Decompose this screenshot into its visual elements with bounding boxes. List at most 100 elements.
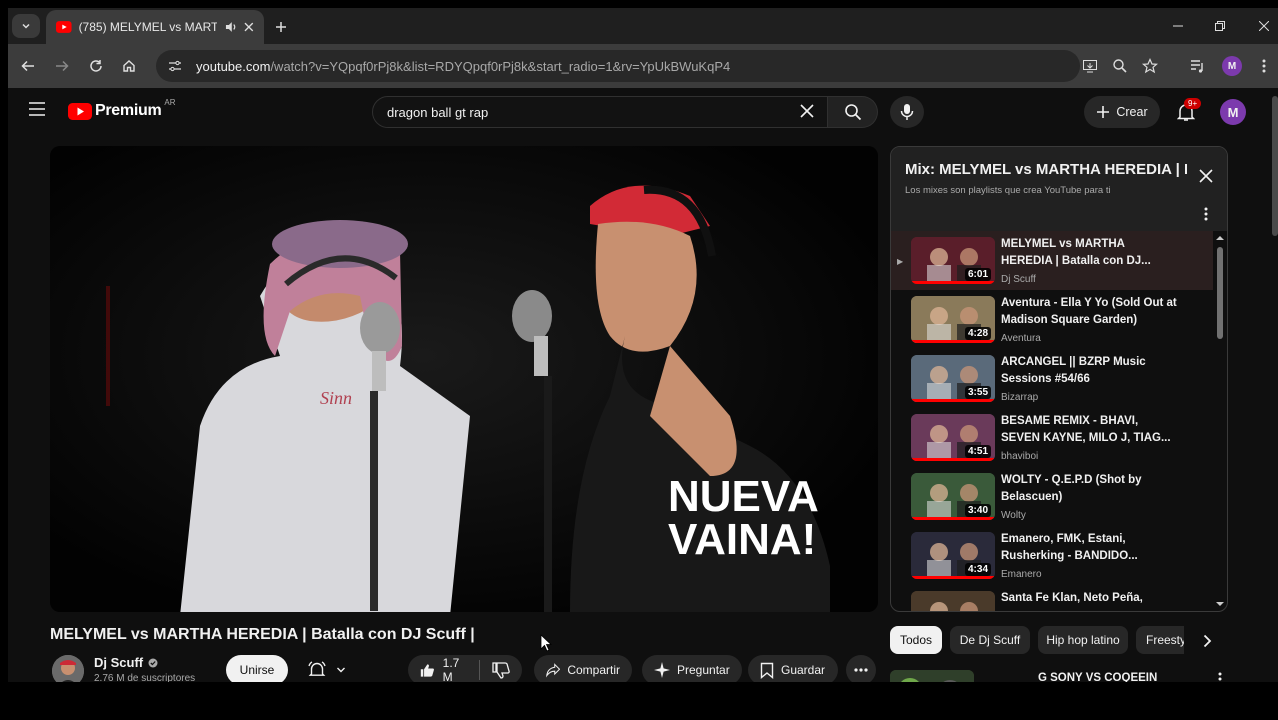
channel-name[interactable]: Dj Scuff: [94, 655, 158, 670]
kebab-menu-icon: [1262, 59, 1266, 73]
recommended-video-item[interactable]: G SONY VS COQEEIN: [890, 660, 1228, 682]
reload-button[interactable]: [84, 54, 108, 78]
chip-todos[interactable]: Todos: [890, 626, 942, 654]
bookmark-star-button[interactable]: [1140, 56, 1160, 76]
more-horizontal-icon: [854, 668, 868, 672]
mix-item-duration: 3:55: [964, 386, 991, 399]
youtube-premium-logo[interactable]: Premium AR: [68, 98, 176, 120]
sparkle-icon: [654, 662, 670, 678]
chevron-down-icon: [22, 23, 30, 29]
scrollbar-thumb[interactable]: [1217, 247, 1223, 339]
playlist-music-icon: [1191, 60, 1203, 73]
mix-menu-button[interactable]: [1195, 203, 1217, 225]
join-button[interactable]: Unirse: [226, 655, 288, 682]
account-avatar[interactable]: M: [1220, 99, 1246, 125]
mix-subtitle: Los mixes son playlists que crea YouTube…: [905, 185, 1111, 196]
chips-next-button[interactable]: [1196, 630, 1218, 652]
mix-item-channel: Dj Scuff: [1001, 274, 1036, 285]
mix-item-duration: 4:28: [964, 327, 991, 340]
site-settings-icon[interactable]: [168, 59, 182, 73]
url-text: youtube.com/watch?v=YQpqf0rPj8k&list=RDY…: [196, 58, 731, 74]
minimize-icon: [1173, 25, 1183, 27]
share-icon: [546, 663, 561, 678]
mix-playlist-panel: Mix: MELYMEL vs MARTHA HEREDIA | Batalla…: [890, 146, 1228, 612]
search-input[interactable]: dragon ball gt rap: [372, 96, 828, 128]
install-icon: [1083, 60, 1097, 73]
hamburger-menu-button[interactable]: [28, 102, 48, 122]
search-button[interactable]: [828, 96, 878, 128]
mix-scrollbar[interactable]: [1213, 231, 1227, 611]
restore-button[interactable]: [1206, 14, 1234, 38]
arrow-right-icon: [56, 60, 69, 72]
plus-icon: [276, 22, 286, 32]
mix-item-title: Aventura - Ella Y Yo (Sold Out at Madiso…: [1001, 297, 1177, 326]
search-icon: [844, 104, 861, 121]
youtube-logo-icon: [68, 102, 92, 120]
mix-item-channel: Aventura: [1001, 333, 1041, 344]
mix-item[interactable]: ▶ 6:01 MELYMEL vs MARTHA HEREDIA | Batalla…: [891, 231, 1213, 290]
recommendation-chips: Todos De Dj Scuff Hip hop latino Freesty…: [890, 626, 1228, 654]
subscriber-count: 2.76 M de suscriptores: [94, 673, 196, 682]
mix-item[interactable]: 4:28 Aventura - Ella Y Yo (Sold Out at Ma…: [891, 290, 1213, 349]
more-actions-button[interactable]: [846, 655, 876, 682]
clear-search-button[interactable]: [800, 104, 816, 120]
mix-item[interactable]: 4:51 BESAME REMIX - BHAVI, SEVEN KAYNE, M…: [891, 408, 1213, 467]
mix-item-channel: Emanero: [1001, 569, 1042, 580]
mix-item-thumbnail: 4:34: [911, 532, 995, 579]
browser-window: (785) MELYMEL vs MARTHA HEREDIA | Batall…: [8, 8, 1278, 682]
close-window-button[interactable]: [1250, 14, 1278, 38]
new-tab-button[interactable]: [270, 16, 292, 38]
recommended-title: G SONY VS COQEEIN: [1038, 672, 1158, 682]
back-button[interactable]: [16, 54, 40, 78]
speaker-icon[interactable]: [224, 20, 238, 34]
mix-item-channel: bhaviboi: [1001, 451, 1039, 462]
recommended-menu-button[interactable]: [1218, 672, 1222, 682]
watched-progress-bar: [911, 576, 995, 579]
mix-item[interactable]: 4:34 Emanero, FMK, Estani, Rusherking - B…: [891, 526, 1213, 585]
mix-item-title: ARCANGEL || BZRP Music Sessions #54/66: [1001, 356, 1146, 385]
voice-search-button[interactable]: [890, 96, 924, 128]
mix-item-duration: 6:01: [964, 268, 991, 281]
create-button[interactable]: Crear: [1084, 96, 1160, 128]
watched-progress-bar: [911, 517, 995, 520]
mix-item[interactable]: 3:40 WOLTY - Q.E.P.D (Shot by Belascuen) W…: [891, 467, 1213, 526]
mix-item-thumbnail: 4:28: [911, 296, 995, 343]
scroll-up-icon[interactable]: [1213, 233, 1227, 243]
like-button[interactable]: 1.7 M: [420, 656, 467, 682]
microphone-icon: [900, 104, 914, 120]
dislike-button[interactable]: [492, 661, 510, 679]
mix-item[interactable]: 3:55 ARCANGEL || BZRP Music Sessions #54/…: [891, 349, 1213, 408]
profile-avatar[interactable]: M: [1222, 56, 1242, 76]
home-button[interactable]: [117, 54, 141, 78]
mix-item-duration: 4:51: [964, 445, 991, 458]
share-button[interactable]: Compartir: [534, 655, 632, 682]
mix-item[interactable]: Santa Fe Klan, Neto Peña,: [891, 585, 1213, 611]
chevron-down-icon: [337, 667, 345, 673]
channel-avatar[interactable]: [52, 655, 84, 682]
install-app-button[interactable]: [1080, 56, 1100, 76]
address-bar[interactable]: youtube.com/watch?v=YQpqf0rPj8k&list=RDY…: [156, 50, 1080, 82]
watched-progress-bar: [911, 340, 995, 343]
mix-title[interactable]: Mix: MELYMEL vs MARTHA HEREDIA | Batalla…: [905, 161, 1187, 178]
forward-button[interactable]: [50, 54, 74, 78]
page-scrollbar-thumb[interactable]: [1272, 96, 1278, 236]
close-mix-button[interactable]: [1195, 165, 1217, 187]
browser-tab-youtube[interactable]: (785) MELYMEL vs MARTHA HEREDIA | Batall…: [46, 10, 264, 44]
chip-freestyle[interactable]: Freestyle: [1136, 626, 1184, 654]
subscription-notifications-button[interactable]: [296, 655, 358, 682]
chip-hip-hop-latino[interactable]: Hip hop latino: [1038, 626, 1128, 654]
browser-menu-button[interactable]: [1254, 56, 1274, 76]
tab-close-icon[interactable]: [244, 22, 254, 32]
tab-title: (785) MELYMEL vs MARTHA HEREDIA | Batall…: [78, 20, 217, 34]
zoom-button[interactable]: [1110, 56, 1130, 76]
tab-strip: (785) MELYMEL vs MARTHA HEREDIA | Batall…: [8, 8, 1278, 44]
scroll-down-icon[interactable]: [1213, 599, 1227, 609]
ask-button[interactable]: Preguntar: [642, 655, 742, 682]
media-controls-button[interactable]: [1188, 56, 1208, 76]
save-button[interactable]: Guardar: [748, 655, 838, 682]
chip-de-dj-scuff[interactable]: De Dj Scuff: [950, 626, 1030, 654]
video-player[interactable]: Sinn NUEVA VAINA!: [50, 146, 878, 612]
minimize-button[interactable]: [1164, 14, 1192, 38]
notification-count-badge: 9+: [1184, 98, 1202, 109]
tab-search-button[interactable]: [12, 14, 40, 38]
